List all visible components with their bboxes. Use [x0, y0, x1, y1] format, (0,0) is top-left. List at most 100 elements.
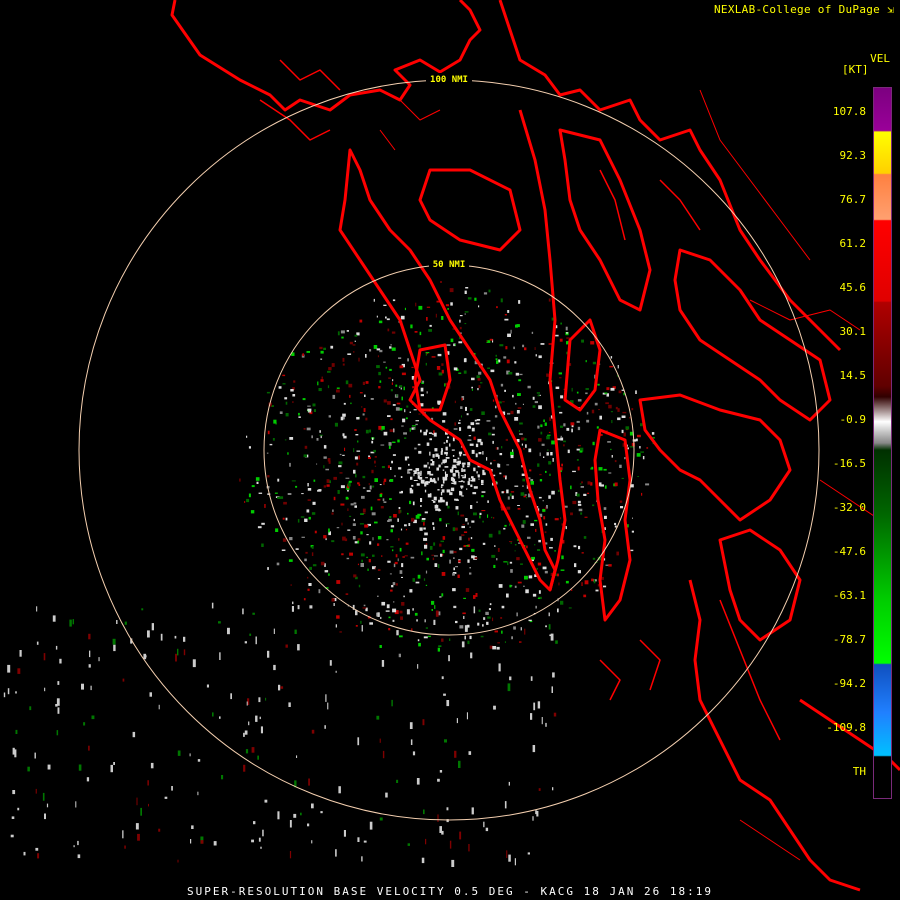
echo-pixel [425, 543, 428, 546]
echo-pixel [365, 429, 369, 434]
echo-pixel [88, 633, 91, 640]
echo-pixel [459, 831, 462, 840]
echo-pixel [311, 435, 313, 439]
echo-pixel [320, 435, 322, 439]
echo-pixel [482, 472, 486, 476]
echo-pixel [510, 455, 514, 459]
echo-pixel [264, 799, 268, 803]
echo-pixel [517, 581, 522, 584]
echo-pixel [592, 361, 596, 365]
echo-pixel [545, 523, 548, 526]
echo-pixel [501, 491, 504, 494]
echo-pixel [426, 557, 429, 561]
echo-pixel [407, 472, 411, 474]
echo-pixel [467, 522, 469, 525]
echo-pixel [641, 492, 643, 496]
echo-pixel [349, 552, 353, 556]
echo-pixel [392, 619, 395, 622]
echo-pixel [518, 430, 520, 432]
echo-pixel [504, 318, 509, 321]
echo-pixel [445, 523, 450, 525]
echo-pixel [388, 628, 391, 631]
echo-pixel [551, 440, 555, 445]
echo-pixel [576, 448, 580, 451]
echo-pixel [361, 625, 363, 632]
echo-pixel [81, 683, 84, 690]
echo-pixel [543, 419, 545, 422]
echo-pixel [442, 549, 445, 554]
echo-pixel [617, 365, 619, 369]
echo-pixel [52, 615, 56, 622]
echo-pixel [272, 438, 275, 441]
echo-pixel [477, 438, 482, 443]
echo-pixel [243, 764, 246, 772]
credit-link[interactable]: NEXLAB-College of DuPage ⇲ [714, 3, 894, 16]
echo-pixel [508, 781, 510, 786]
echo-pixel [549, 473, 551, 476]
echo-pixel [432, 501, 436, 503]
echo-pixel [450, 338, 454, 343]
echo-pixel [141, 608, 144, 611]
echo-pixel [587, 481, 591, 485]
echo-pixel [251, 485, 255, 488]
echo-pixel [486, 621, 489, 625]
echo-pixel [353, 469, 356, 474]
echo-pixel [603, 585, 607, 588]
echo-pixel [441, 593, 444, 597]
echo-pixel [639, 446, 641, 449]
echo-pixel [352, 344, 356, 346]
echo-pixel [481, 483, 484, 485]
echo-pixel [463, 531, 468, 533]
echo-pixel [548, 298, 551, 302]
echo-pixel [560, 569, 565, 571]
echo-pixel [525, 589, 529, 594]
echo-pixel [383, 361, 386, 363]
echo-pixel [381, 601, 386, 606]
echo-pixel [514, 544, 517, 546]
echo-pixel [479, 515, 481, 519]
echo-pixel [517, 508, 521, 510]
echo-pixel [212, 712, 214, 717]
echo-pixel [242, 608, 244, 615]
echo-pixel [302, 353, 304, 357]
echo-pixel [289, 437, 294, 440]
echo-pixel [519, 433, 523, 435]
echo-pixel [585, 392, 588, 395]
echo-pixel [413, 473, 415, 477]
echo-pixel [400, 387, 402, 390]
echo-pixel [539, 479, 543, 482]
echo-pixel [598, 482, 602, 487]
echo-pixel [461, 415, 462, 418]
echo-pixel [487, 367, 490, 369]
echo-pixel [287, 493, 292, 495]
echo-pixel [499, 472, 502, 475]
echo-pixel [450, 487, 455, 492]
echo-pixel [507, 496, 510, 500]
echo-pixel [246, 701, 248, 706]
echo-pixel [518, 300, 521, 304]
echo-pixel [436, 467, 439, 471]
echo-pixel [493, 459, 496, 462]
echo-pixel [295, 485, 298, 488]
echo-pixel [381, 660, 385, 667]
echo-pixel [349, 394, 351, 398]
echo-pixel [544, 570, 548, 574]
echo-pixel [610, 356, 613, 359]
radar-map[interactable]: 100 NMI 50 NMI [0, 0, 900, 900]
echo-pixel [441, 638, 444, 642]
echo-pixel [629, 417, 631, 419]
echo-pixel [292, 601, 294, 605]
echo-pixel [442, 420, 446, 423]
echo-pixel [451, 859, 455, 867]
echo-pixel [411, 366, 414, 368]
echo-pixel [197, 759, 201, 762]
echo-pixel [463, 358, 467, 363]
echo-pixel [437, 489, 440, 491]
echo-pixel [457, 457, 460, 460]
echo-pixel [498, 663, 501, 672]
echo-pixel [420, 387, 424, 392]
echo-pixel [266, 391, 270, 394]
echo-pixel [361, 406, 363, 408]
echo-pixel [632, 517, 633, 519]
echo-pixel [458, 560, 461, 563]
